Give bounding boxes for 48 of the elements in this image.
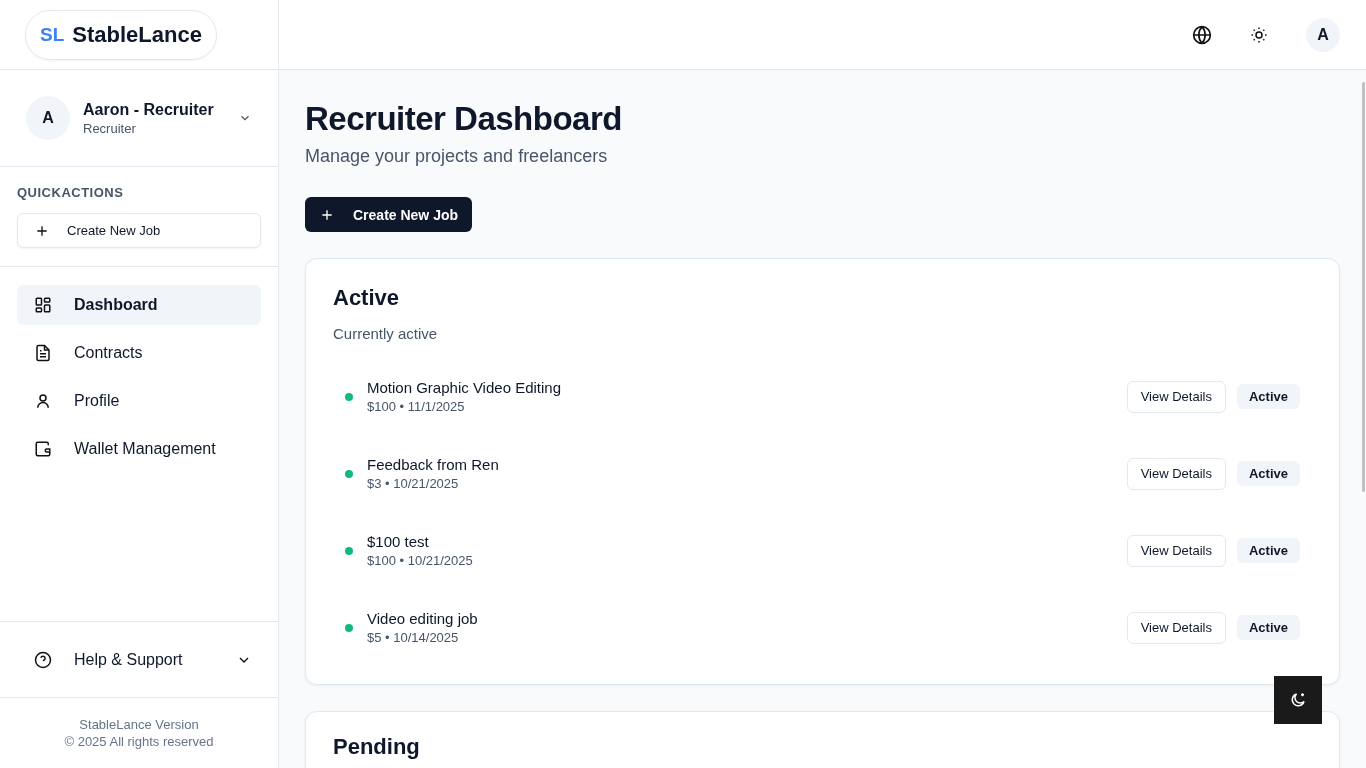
version-text: StableLance Version — [79, 717, 199, 732]
moon-icon — [1289, 691, 1307, 709]
card-subtitle: Currently active — [333, 325, 439, 342]
nav-item[interactable]: Dashboard — [17, 285, 261, 325]
section-heading: QUICKACTIONS — [17, 185, 125, 200]
document-icon — [34, 344, 52, 362]
user-avatar[interactable]: A — [26, 96, 70, 140]
job-title: $100 test — [367, 533, 430, 550]
wallet-icon — [34, 440, 52, 458]
user-icon — [34, 392, 52, 410]
brand-name: StableLance — [72, 21, 202, 48]
nav-item[interactable]: Profile — [17, 381, 261, 421]
view-details-button[interactable]: View Details — [1126, 534, 1226, 567]
grid-icon — [34, 296, 52, 314]
logo[interactable]: SL StableLance — [25, 9, 217, 60]
status-badge: Active — [1236, 461, 1300, 486]
job-meta: $100 • 11/1/2025 — [367, 399, 466, 414]
job-title: Motion Graphic Video Editing — [367, 379, 562, 396]
create-job-button[interactable]: Create New Job — [305, 197, 473, 232]
view-details-button[interactable]: View Details — [1126, 457, 1226, 490]
nav-item[interactable]: Wallet Management — [17, 429, 261, 469]
job-title: Video editing job — [367, 610, 479, 627]
copyright-text: © 2025 All rights reserved — [64, 734, 214, 749]
create-job-button[interactable]: Create New Job — [17, 213, 261, 248]
dark-mode-button[interactable] — [1274, 676, 1322, 724]
card-title: Active — [333, 285, 401, 311]
status-badge: Active — [1236, 384, 1300, 409]
status-badge: Active — [1236, 538, 1300, 563]
status-badge: Active — [1236, 615, 1300, 640]
user-role: Recruiter — [83, 120, 137, 136]
nav-item[interactable]: Contracts — [17, 333, 261, 373]
sun-icon[interactable] — [1250, 25, 1268, 44]
scrollbar[interactable] — [1362, 82, 1365, 492]
view-details-button[interactable]: View Details — [1126, 611, 1226, 644]
logo-mark: SL — [40, 23, 65, 46]
job-meta: $5 • 10/14/2025 — [367, 630, 460, 645]
page-subtitle: Manage your projects and freelancers — [305, 146, 609, 167]
user-name: Aaron - Recruiter — [83, 100, 215, 119]
job-meta: $100 • 10/21/2025 — [367, 553, 474, 568]
view-details-button[interactable]: View Details — [1126, 380, 1226, 413]
user-avatar[interactable]: A — [1306, 17, 1340, 52]
job-title: Feedback from Ren — [367, 456, 500, 473]
page-title: Recruiter Dashboard — [305, 100, 623, 138]
job-meta: $3 • 10/21/2025 — [367, 476, 460, 491]
help-icon — [34, 650, 52, 669]
card-title: Pending — [333, 734, 421, 760]
globe-icon[interactable] — [1192, 24, 1212, 45]
help-menu[interactable]: Help & Support — [0, 621, 278, 698]
